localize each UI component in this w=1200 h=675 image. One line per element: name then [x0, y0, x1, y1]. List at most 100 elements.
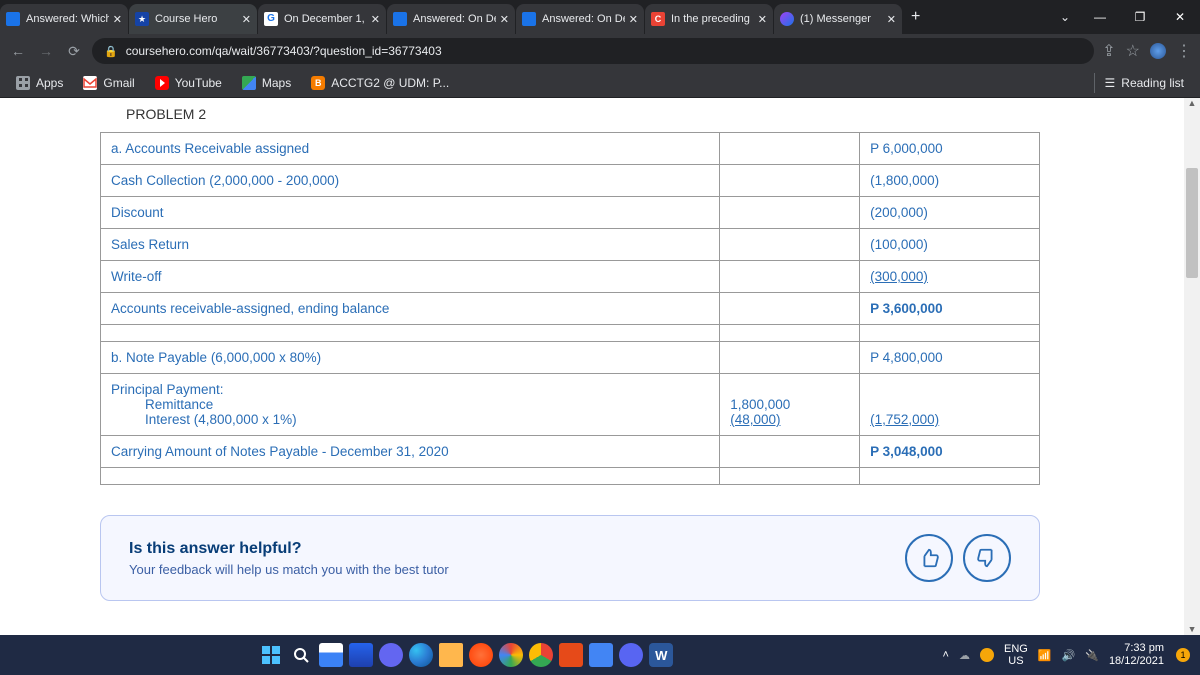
- pp-interest: Interest (4,800,000 x 1%): [111, 412, 709, 427]
- address-bar[interactable]: 🔒 coursehero.com/qa/wait/36773403/?quest…: [92, 38, 1094, 64]
- system-tray: ˄ ☁ ENG US 📶 🔊 🔌 7:33 pm 18/12/2021 1: [933, 642, 1200, 667]
- maximize-button[interactable]: ❐: [1120, 0, 1160, 34]
- tab-label: Course Hero: [155, 13, 238, 25]
- reload-button[interactable]: ⟳: [64, 43, 84, 60]
- taskbar-app-chrome[interactable]: [529, 643, 553, 667]
- bookmarks-bar: Apps Gmail YouTube Maps BACCTG2 @ UDM: P…: [0, 68, 1200, 98]
- tab-label: On December 1,: [284, 13, 367, 25]
- close-icon[interactable]: ✕: [242, 13, 251, 26]
- list-icon: ☰: [1105, 76, 1116, 90]
- tab-label: In the preceding: [671, 13, 754, 25]
- back-button[interactable]: ←: [8, 43, 28, 59]
- extension-icon[interactable]: [1150, 43, 1166, 59]
- int-mid: (48,000): [730, 412, 780, 427]
- browser-tab[interactable]: Answered: On De ✕: [516, 4, 644, 34]
- browser-tab[interactable]: (1) Messenger ✕: [774, 4, 902, 34]
- thumbs-up-button[interactable]: [905, 534, 953, 582]
- taskbar-app-word[interactable]: W: [649, 643, 673, 667]
- browser-tab[interactable]: ★Course Hero✕: [129, 4, 257, 34]
- bookmark-maps[interactable]: Maps: [232, 76, 301, 90]
- table-row: [101, 468, 1040, 485]
- solution-table: a. Accounts Receivable assignedP 6,000,0…: [100, 132, 1040, 485]
- taskbar-app[interactable]: [589, 643, 613, 667]
- url-text: coursehero.com/qa/wait/36773403/?questio…: [126, 44, 442, 58]
- search-icon[interactable]: [289, 643, 313, 667]
- lock-icon: 🔒: [104, 45, 118, 58]
- taskbar-app[interactable]: [499, 643, 523, 667]
- forward-button[interactable]: →: [36, 43, 56, 59]
- table-row: Write-off(300,000): [101, 261, 1040, 293]
- taskbar-app-office[interactable]: [559, 643, 583, 667]
- bookmark-star-icon[interactable]: ☆: [1126, 41, 1140, 61]
- scroll-down-icon[interactable]: ▲: [1184, 619, 1200, 635]
- minimize-button[interactable]: —: [1080, 0, 1120, 34]
- battery-icon[interactable]: 🔌: [1085, 649, 1099, 662]
- bookmark-gmail[interactable]: Gmail: [73, 76, 144, 90]
- feedback-heading: Is this answer helpful?: [129, 540, 895, 558]
- browser-titlebar: Answered: Which✕ ★Course Hero✕ GOn Decem…: [0, 0, 1200, 34]
- wifi-icon[interactable]: 📶: [1038, 649, 1052, 662]
- browser-tab[interactable]: Answered: On De ✕: [387, 4, 515, 34]
- tab-label: Answered: On De: [413, 13, 496, 25]
- start-button[interactable]: [259, 643, 283, 667]
- tab-label: Answered: Which: [26, 13, 109, 25]
- new-tab-button[interactable]: +: [903, 8, 928, 26]
- table-row: Accounts receivable-assigned, ending bal…: [101, 293, 1040, 325]
- close-icon[interactable]: ✕: [500, 13, 509, 26]
- scrollbar[interactable]: ▲ ▲: [1184, 98, 1200, 635]
- clock[interactable]: 7:33 pm 18/12/2021: [1109, 642, 1164, 667]
- pp-label: Principal Payment:: [111, 382, 224, 397]
- menu-dots-icon[interactable]: ⋮: [1176, 41, 1192, 61]
- feedback-card: Is this answer helpful? Your feedback wi…: [100, 515, 1040, 601]
- volume-icon[interactable]: 🔊: [1062, 649, 1076, 662]
- table-row: Cash Collection (2,000,000 - 200,000)(1,…: [101, 165, 1040, 197]
- problem-heading: PROBLEM 2: [126, 106, 1160, 122]
- table-row: a. Accounts Receivable assignedP 6,000,0…: [101, 133, 1040, 165]
- taskbar-app-explorer[interactable]: [439, 643, 463, 667]
- browser-tab[interactable]: CIn the preceding✕: [645, 4, 773, 34]
- thumbs-down-button[interactable]: [963, 534, 1011, 582]
- apps-shortcut[interactable]: Apps: [6, 76, 73, 90]
- taskbar-app-discord[interactable]: [619, 643, 643, 667]
- tab-strip: Answered: Which✕ ★Course Hero✕ GOn Decem…: [0, 0, 903, 34]
- tab-label: (1) Messenger: [800, 13, 883, 25]
- remit-mid: 1,800,000: [730, 397, 790, 412]
- taskbar-app-firefox[interactable]: [469, 643, 493, 667]
- tab-label: Answered: On De: [542, 13, 625, 25]
- tray-icon[interactable]: [980, 648, 994, 662]
- browser-tab[interactable]: Answered: Which ✕: [0, 4, 128, 34]
- close-icon[interactable]: ✕: [629, 13, 638, 26]
- close-icon[interactable]: ✕: [371, 13, 380, 26]
- onedrive-icon[interactable]: ☁: [959, 649, 970, 662]
- table-row: [101, 325, 1040, 342]
- notification-badge[interactable]: 1: [1176, 648, 1190, 662]
- table-row: Principal Payment: Remittance Interest (…: [101, 374, 1040, 436]
- task-view-icon[interactable]: [319, 643, 343, 667]
- tab-overflow[interactable]: ⌄: [1050, 10, 1080, 24]
- taskbar-app-edge[interactable]: [409, 643, 433, 667]
- windows-taskbar: W ˄ ☁ ENG US 📶 🔊 🔌 7:33 pm 18/12/2021 1: [0, 635, 1200, 675]
- taskbar-app[interactable]: [349, 643, 373, 667]
- thumbs-up-icon: [918, 547, 940, 569]
- bookmark-acctg[interactable]: BACCTG2 @ UDM: P...: [301, 76, 459, 90]
- table-row: Carrying Amount of Notes Payable - Decem…: [101, 436, 1040, 468]
- bookmark-youtube[interactable]: YouTube: [145, 76, 232, 90]
- table-row: Sales Return(100,000): [101, 229, 1040, 261]
- browser-tab[interactable]: GOn December 1,✕: [258, 4, 386, 34]
- pp-remittance: Remittance: [111, 397, 709, 412]
- language-indicator[interactable]: ENG US: [1004, 643, 1028, 667]
- window-close-button[interactable]: ✕: [1160, 0, 1200, 34]
- scroll-up-icon[interactable]: ▲: [1184, 98, 1200, 114]
- thumbs-down-icon: [976, 547, 998, 569]
- share-icon[interactable]: ⇪: [1102, 41, 1115, 61]
- pp-val: (1,752,000): [870, 412, 939, 427]
- tray-overflow-icon[interactable]: ˄: [943, 649, 949, 661]
- close-icon[interactable]: ✕: [887, 13, 896, 26]
- close-icon[interactable]: ✕: [758, 13, 767, 26]
- page-viewport: PROBLEM 2 a. Accounts Receivable assigne…: [0, 98, 1200, 635]
- reading-list-button[interactable]: ☰Reading list: [1094, 73, 1194, 93]
- taskbar-app-chat[interactable]: [379, 643, 403, 667]
- close-icon[interactable]: ✕: [113, 13, 122, 26]
- table-row: Discount(200,000): [101, 197, 1040, 229]
- scrollbar-thumb[interactable]: [1186, 168, 1198, 278]
